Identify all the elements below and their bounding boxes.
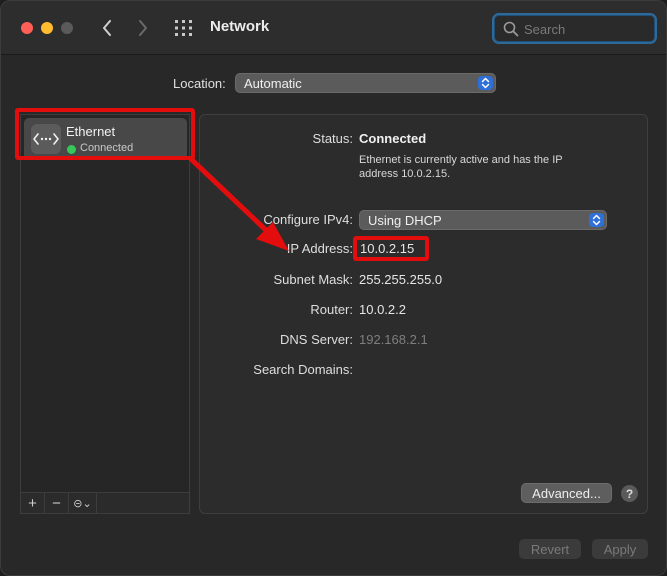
network-preferences-window: Network Location: Automatic [0, 0, 667, 576]
service-list: Ethernet Connected [20, 114, 190, 514]
dns-server-label: DNS Server: [280, 332, 353, 347]
dns-server-value: 192.168.2.1 [359, 332, 428, 347]
ipv4-stepper-icon [589, 213, 604, 227]
help-button[interactable]: ? [621, 485, 638, 502]
location-stepper-icon [478, 76, 493, 90]
search-input[interactable] [524, 19, 644, 39]
search-domains-label: Search Domains: [253, 362, 353, 377]
apply-button[interactable]: Apply [592, 539, 648, 559]
action-menu-button[interactable]: ⊝⌄ [69, 493, 97, 513]
router-value: 10.0.2.2 [359, 302, 406, 317]
status-value: Connected [359, 131, 427, 146]
minimize-window-button[interactable] [41, 22, 53, 34]
title-bar: Network [1, 1, 666, 55]
ip-address-label: IP Address: [286, 241, 353, 256]
ethernet-highlight-box [15, 108, 195, 160]
window-title: Network [210, 18, 270, 35]
add-service-button[interactable]: + [21, 493, 45, 513]
advanced-button[interactable]: Advanced... [521, 483, 612, 503]
forward-button[interactable] [131, 15, 155, 41]
zoom-window-button[interactable] [61, 22, 73, 34]
search-field[interactable] [492, 13, 657, 44]
location-label: Location: [173, 76, 226, 91]
configure-ipv4-popup[interactable]: Using DHCP [359, 210, 607, 230]
subnet-mask-label: Subnet Mask: [273, 272, 354, 287]
location-value: Automatic [244, 76, 302, 91]
chevron-right-icon [139, 20, 147, 36]
remove-service-button[interactable]: − [45, 493, 69, 513]
configure-ipv4-value: Using DHCP [368, 213, 442, 228]
configure-ipv4-label: Configure IPv4: [263, 212, 353, 227]
status-description: Ethernet is currently active and has the… [359, 154, 563, 180]
status-label: Status: [312, 131, 353, 146]
back-button[interactable] [95, 15, 119, 41]
location-popup[interactable]: Automatic [235, 73, 496, 93]
revert-button[interactable]: Revert [519, 539, 581, 559]
close-window-button[interactable] [21, 22, 33, 34]
subnet-mask-value: 255.255.255.0 [359, 272, 443, 287]
router-label: Router: [310, 302, 353, 317]
ip-address-highlight-box [353, 236, 429, 261]
show-all-button[interactable] [173, 18, 195, 38]
grid-icon [175, 20, 192, 36]
service-list-toolbar: + − ⊝⌄ [20, 492, 190, 514]
search-icon [503, 21, 519, 37]
chevron-left-icon [103, 20, 111, 36]
